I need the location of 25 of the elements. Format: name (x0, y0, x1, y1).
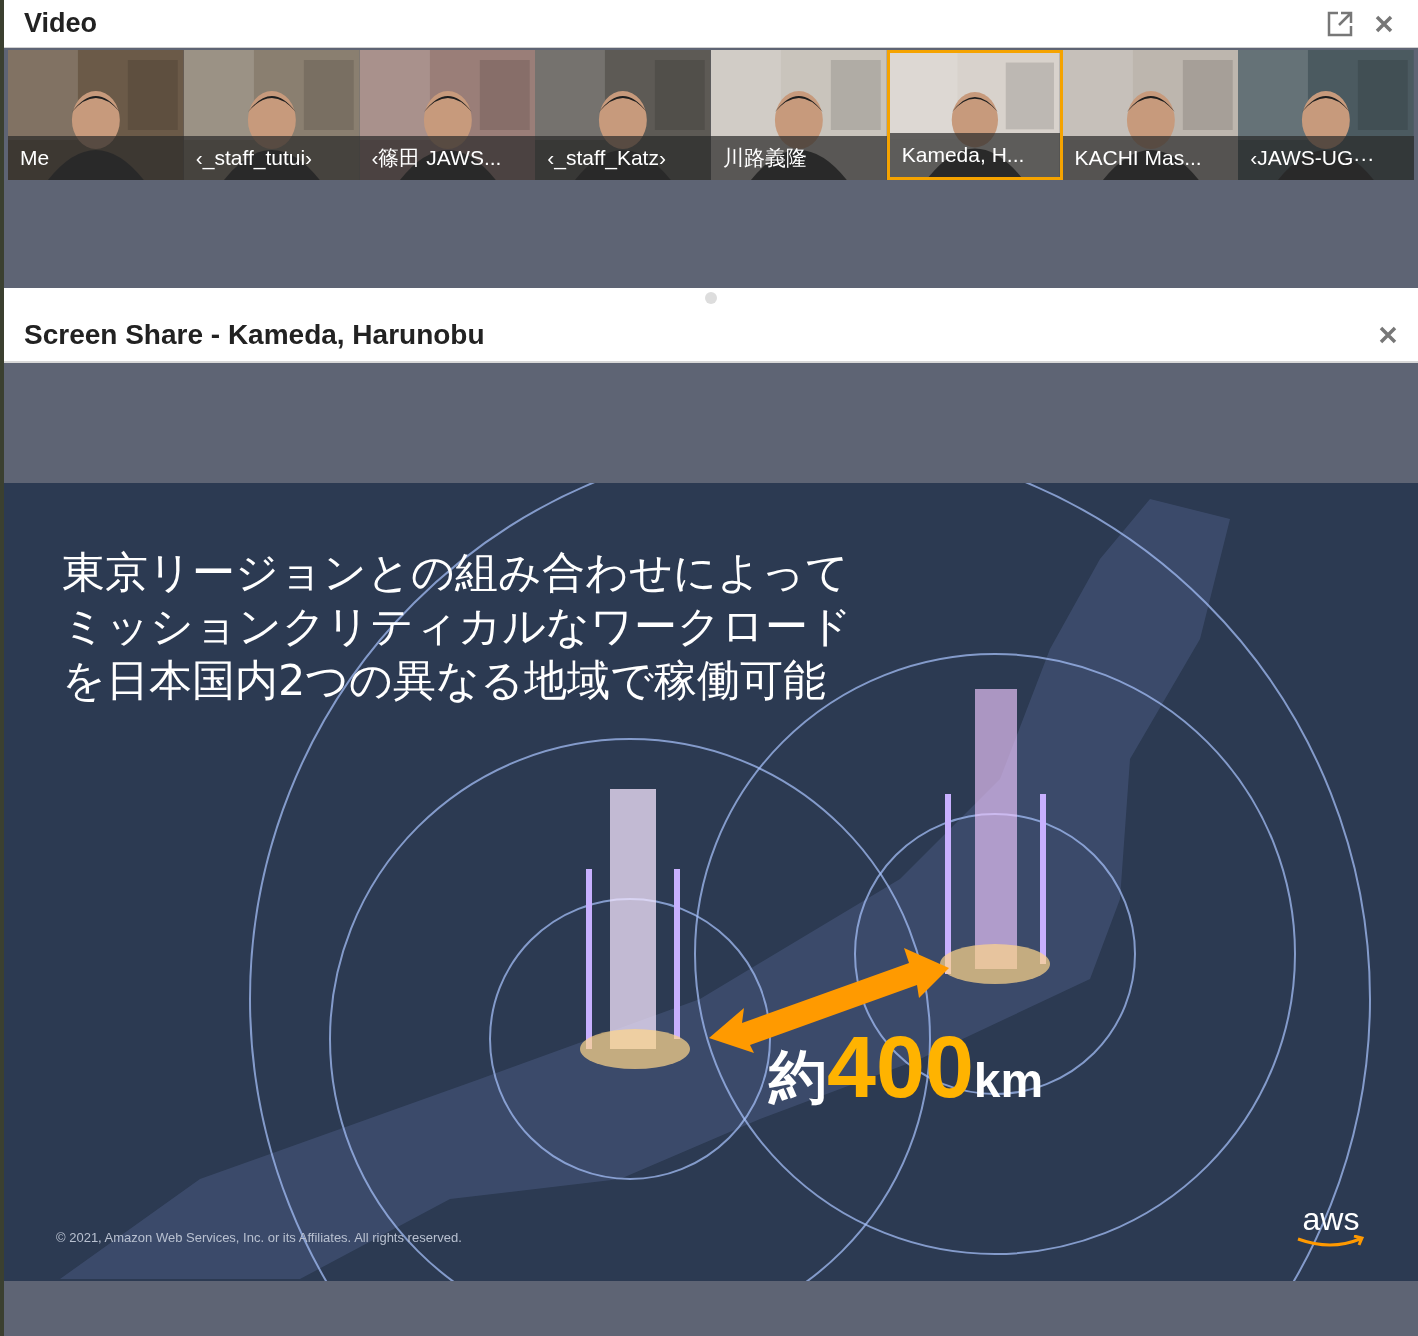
video-tile[interactable]: ‹篠田 JAWS... (359, 50, 536, 180)
close-icon[interactable] (1374, 13, 1394, 34)
participant-name: ‹_staff_Katz› (547, 145, 666, 172)
participant-name: Kameda, H... (901, 142, 1025, 169)
participant-name: ‹_staff_tutui› (195, 145, 313, 172)
video-tile[interactable]: ‹_staff_Katz› (535, 50, 711, 180)
slide-heading-line: を日本国内2つの異なる地域で稼働可能 (62, 654, 828, 707)
panel-title: Screen Share - Kameda, Harunobu (24, 317, 485, 352)
video-tile[interactable]: Me (8, 50, 184, 180)
participant-name: Me (20, 145, 50, 172)
participant-name: 川路義隆 (723, 145, 807, 172)
pop-out-icon[interactable] (1326, 9, 1354, 38)
panel-title: Video (24, 7, 98, 41)
slide-heading-line: 東京リージョンとの組み合わせによって (62, 546, 850, 599)
video-tile[interactable]: 川路義隆 (711, 50, 887, 180)
participant-name: ‹JAWS-UG··· (1250, 145, 1375, 172)
video-tile[interactable]: ‹JAWS-UG··· (1238, 50, 1414, 180)
close-icon[interactable] (1378, 324, 1398, 345)
video-tile[interactable]: KACHI Mas... (1062, 50, 1239, 180)
distance-prefix: 約 (769, 1042, 827, 1113)
participant-name: ‹篠田 JAWS... (371, 145, 502, 172)
participant-name: KACHI Mas... (1074, 145, 1202, 172)
resize-handle[interactable] (705, 292, 717, 304)
video-tile[interactable]: Kameda, H... (886, 50, 1063, 180)
video-tile[interactable]: ‹_staff_tutui› (183, 50, 360, 180)
